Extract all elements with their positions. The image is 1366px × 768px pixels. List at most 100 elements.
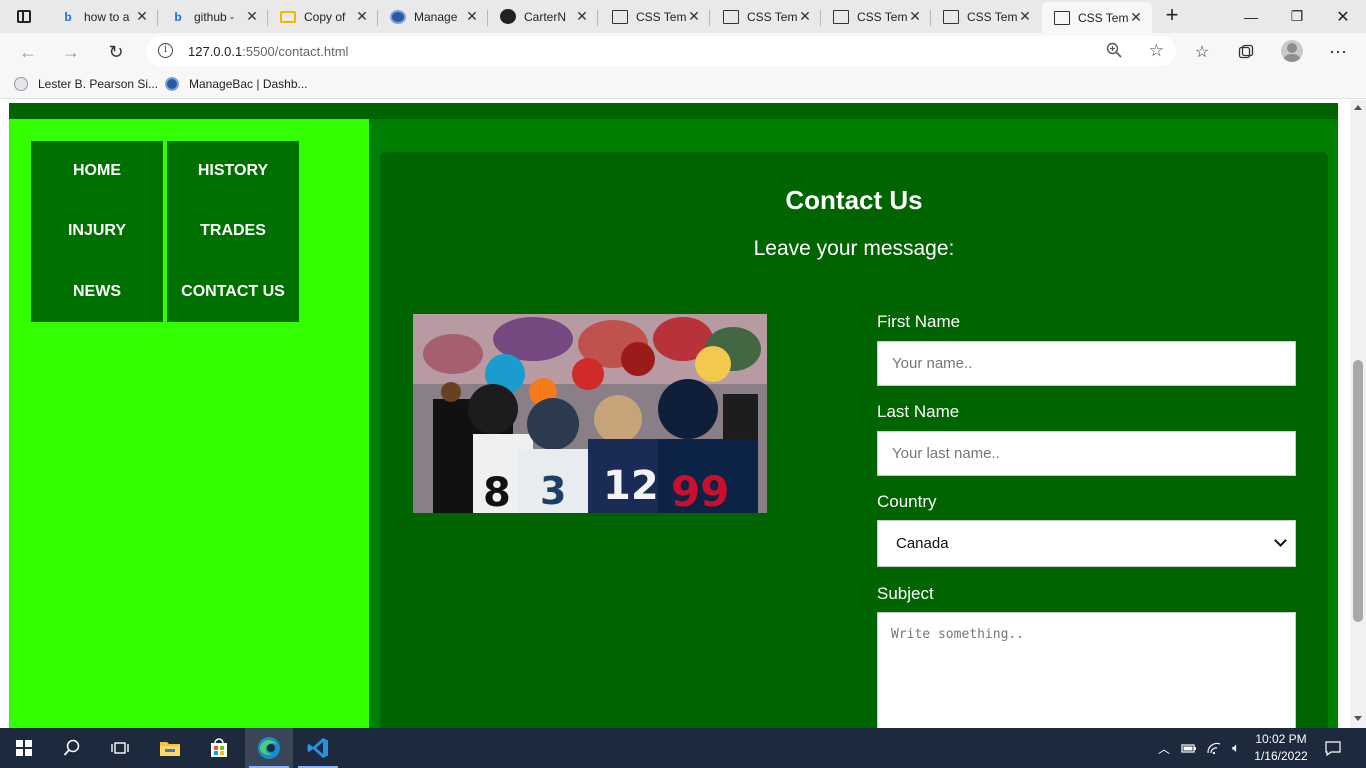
browser-tab[interactable]: b github - ✕ [158,2,268,31]
close-icon[interactable]: ✕ [464,8,480,25]
bing-icon: b [64,9,72,24]
address-bar[interactable]: i 127.0.0.1:5500/contact.html ☆ [146,36,1176,66]
close-icon[interactable]: ✕ [797,8,813,25]
bing-icon: b [174,9,182,24]
tab-title: CSS Tem [1078,10,1128,25]
tab-actions-button[interactable] [0,0,48,33]
browser-tab[interactable]: b how to a ✕ [48,2,158,31]
svg-text:8: 8 [483,470,511,513]
refresh-button[interactable]: ↻ [102,38,130,66]
tab-title: github - [194,9,235,24]
svg-text:3: 3 [540,469,566,513]
nav-contact-us[interactable]: CONTACT US [167,272,299,312]
scrollbar-thumb[interactable] [1353,360,1363,622]
last-name-label: Last Name [877,402,960,421]
browser-tab[interactable]: CSS Tem ✕ [931,2,1041,31]
browser-tab[interactable]: CarterN ✕ [488,2,598,31]
browser-tab[interactable]: Manage ✕ [378,2,488,31]
nav-injury[interactable]: INJURY [31,211,163,251]
restore-button[interactable]: ❐ [1274,0,1320,33]
scroll-down-arrow-icon[interactable] [1354,716,1362,721]
minimize-button[interactable]: — [1228,0,1274,33]
close-icon[interactable]: ✕ [244,8,260,25]
vscode-button[interactable] [294,728,342,768]
last-name-field[interactable] [877,431,1296,476]
close-icon[interactable]: ✕ [134,8,150,25]
edge-icon [258,737,280,759]
browser-tab[interactable]: CSS Tem ✕ [711,2,821,31]
tab-title: CarterN [524,9,567,24]
system-clock[interactable]: 10:02 PM 1/16/2022 [1250,731,1312,765]
back-button[interactable]: ← [14,38,42,66]
zoom-icon[interactable] [1106,42,1124,60]
tab-title: Copy of [304,9,346,24]
slides-icon [280,10,296,23]
window-close-button[interactable]: ✕ [1320,0,1366,33]
tab-title: CSS Tem [636,9,686,24]
favorite-label: Lester B. Pearson Si... [38,77,159,91]
contact-card: Contact Us Leave your message: 8 3 12 99… [380,152,1328,728]
close-icon[interactable]: ✕ [686,8,702,25]
search-button[interactable] [48,728,96,768]
sidebar: HOME INJURY NEWS HISTORY TRADES CONTACT … [9,119,369,728]
close-icon[interactable]: ✕ [907,8,923,25]
country-select[interactable]: Canada [877,520,1296,567]
clock-time: 10:02 PM [1255,732,1307,746]
close-icon[interactable]: ✕ [1017,8,1033,25]
start-button[interactable] [0,728,48,768]
network-icon[interactable] [1203,728,1225,768]
more-options-icon[interactable]: ⋯ [1326,40,1350,64]
nav-column: HOME INJURY NEWS [31,141,163,322]
add-favorite-icon[interactable]: ☆ [1149,41,1164,61]
chevron-up-icon[interactable]: ︿ [1154,728,1174,768]
task-view-button[interactable] [96,728,144,768]
browser-tab[interactable]: Copy of ✕ [268,2,378,31]
tab-title: CSS Tem [747,9,797,24]
favorite-link[interactable]: ManageBac | Dashb... [165,77,308,91]
favorite-link[interactable]: Lester B. Pearson Si... [14,77,158,91]
notifications-icon[interactable] [1318,728,1348,768]
forward-button[interactable]: → [57,38,85,66]
browser-tab[interactable]: CSS Tem ✕ [821,2,931,31]
close-icon[interactable]: ✕ [574,8,590,25]
battery-icon[interactable] [1178,728,1200,768]
managebac-icon [390,9,406,24]
favorites-bar: Lester B. Pearson Si... ManageBac | Dash… [0,70,1366,99]
github-icon [500,9,516,24]
page-header-strip [9,103,1338,119]
profile-avatar[interactable] [1281,40,1303,62]
browser-tab[interactable]: CSS Tem ✕ [600,2,710,31]
favorites-icon[interactable]: ☆ [1190,40,1214,64]
page-scrollbar[interactable] [1350,100,1366,728]
managebac-icon [165,77,179,91]
close-icon[interactable]: ✕ [1128,9,1144,26]
edge-button[interactable] [245,728,293,768]
nav-trades[interactable]: TRADES [167,211,299,251]
page-icon [1054,10,1070,25]
search-icon [63,739,80,756]
new-tab-button[interactable]: + [1160,4,1184,28]
info-icon[interactable]: i [158,43,173,58]
clock-date: 1/16/2022 [1254,749,1308,763]
svg-text:12: 12 [603,463,659,509]
file-explorer-button[interactable] [146,728,194,768]
tab-title: how to a [84,9,130,24]
url-text[interactable]: 127.0.0.1:5500/contact.html [188,44,348,59]
volume-icon[interactable]: 🔈︎ [1226,728,1246,768]
nav-home[interactable]: HOME [31,151,163,191]
browser-toolbar: ← → ↻ i 127.0.0.1:5500/contact.html ☆ ☆ … [0,33,1366,70]
scroll-up-arrow-icon[interactable] [1354,105,1362,110]
store-button[interactable] [195,728,243,768]
main-content: Contact Us Leave your message: 8 3 12 99… [369,119,1338,728]
svg-text:99: 99 [671,467,729,513]
nav-history[interactable]: HISTORY [167,151,299,191]
store-icon [211,738,227,757]
first-name-field[interactable] [877,341,1296,386]
page-icon [612,9,628,24]
subject-textarea[interactable] [877,612,1296,728]
collections-icon[interactable] [1234,40,1258,64]
browser-tab-active[interactable]: CSS Tem ✕ [1042,2,1152,33]
page-viewport: HOME INJURY NEWS HISTORY TRADES CONTACT … [0,100,1350,728]
nav-news[interactable]: NEWS [31,272,163,312]
close-icon[interactable]: ✕ [354,8,370,25]
